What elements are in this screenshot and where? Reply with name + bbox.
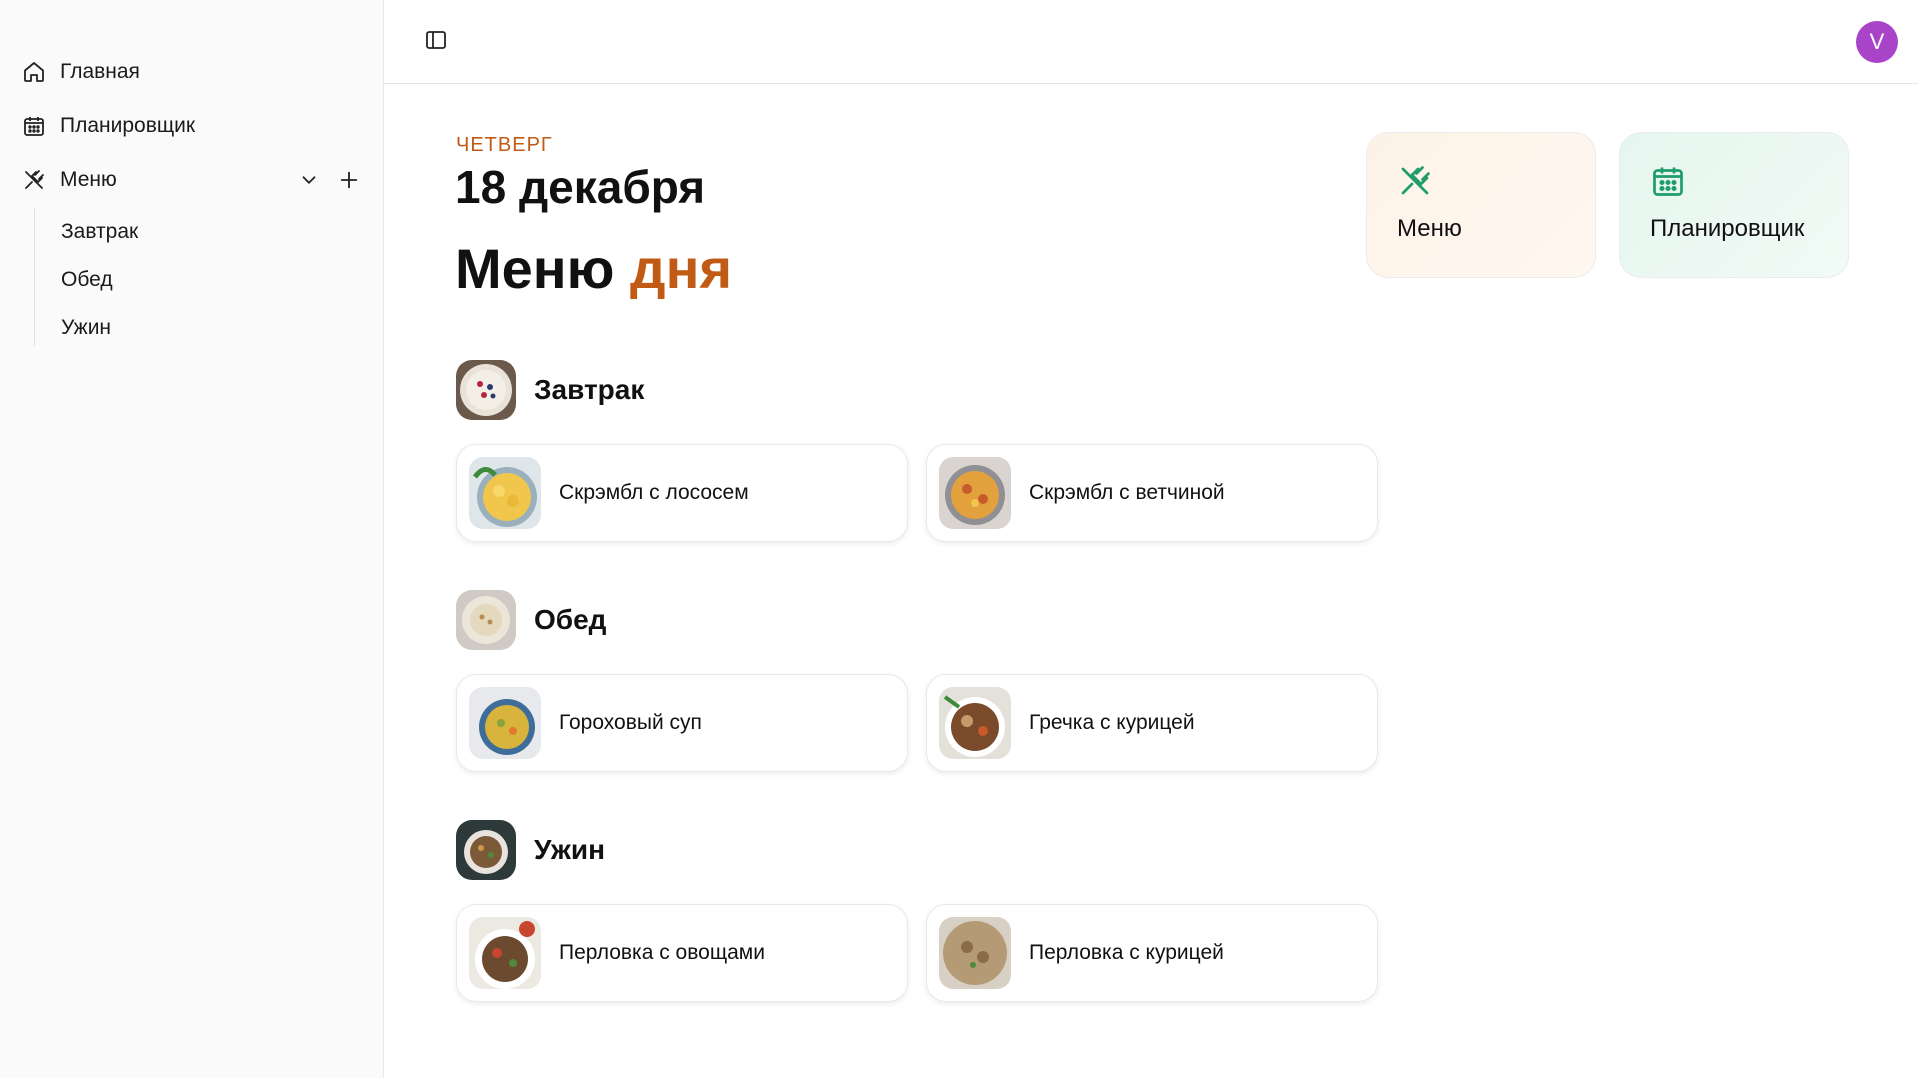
- sidebar-item-planner[interactable]: Планировщик: [22, 108, 195, 144]
- dish-card[interactable]: Скрэмбл с лососем: [456, 444, 908, 542]
- quick-link-menu[interactable]: Меню: [1366, 132, 1596, 278]
- dish-card[interactable]: Скрэмбл с ветчиной: [926, 444, 1378, 542]
- dish-card[interactable]: Гречка с курицей: [926, 674, 1378, 772]
- dish-card[interactable]: Перловка с курицей: [926, 904, 1378, 1002]
- sidebar: Главная Планировщик Меню Завтрак Обед Уж…: [0, 0, 384, 1078]
- dish-image: [939, 687, 1011, 759]
- dish-image: [939, 457, 1011, 529]
- dish-name: Перловка с овощами: [559, 941, 765, 964]
- meal-title: Обед: [534, 604, 607, 635]
- calendar-icon: [1650, 163, 1686, 199]
- submenu-item-breakfast[interactable]: Завтрак: [35, 208, 334, 256]
- menu-actions: [296, 167, 362, 193]
- dish-image: [469, 687, 541, 759]
- page-title-main: Меню: [455, 237, 615, 300]
- sidebar-item-label: Главная: [60, 60, 140, 83]
- dish-image: [469, 917, 541, 989]
- calendar-icon: [22, 114, 46, 138]
- meal-section-breakfast: Завтрак: [456, 359, 644, 421]
- sidebar-toggle-icon: [424, 28, 448, 57]
- meal-title: Ужин: [534, 834, 606, 865]
- meal-title: Завтрак: [534, 374, 645, 405]
- dish-name: Скрэмбл с ветчиной: [1029, 481, 1225, 504]
- dish-name: Перловка с курицей: [1029, 941, 1224, 964]
- top-header: V: [384, 0, 1918, 84]
- dish-card[interactable]: Гороховый суп: [456, 674, 908, 772]
- meal-section-dinner: Ужин: [456, 819, 605, 881]
- quick-link-label: Меню: [1397, 215, 1462, 242]
- sidebar-item-menu[interactable]: Меню: [22, 162, 362, 198]
- dish-image: [469, 457, 541, 529]
- page-title-accent: дня: [630, 237, 733, 300]
- date-heading: 18 декабря: [455, 161, 706, 213]
- sidebar-item-label: Меню: [60, 168, 117, 191]
- dish-image: [939, 917, 1011, 989]
- sidebar-item-home[interactable]: Главная: [22, 54, 140, 90]
- dish-card[interactable]: Перловка с овощами: [456, 904, 908, 1002]
- submenu-item-lunch[interactable]: Обед: [35, 256, 334, 304]
- dish-name: Гороховый суп: [559, 711, 702, 734]
- utensils-icon: [22, 168, 46, 192]
- weekday-label: ЧЕТВЕРГ: [456, 134, 553, 156]
- dish-name: Скрэмбл с лососем: [559, 481, 749, 504]
- lunch-thumbnail: [456, 590, 516, 650]
- breakfast-thumbnail: [456, 360, 516, 420]
- quick-link-planner[interactable]: Планировщик: [1619, 132, 1849, 278]
- submenu-item-dinner[interactable]: Ужин: [35, 304, 334, 352]
- utensils-icon: [1397, 163, 1433, 199]
- sidebar-item-label: Планировщик: [60, 114, 196, 137]
- quick-link-label: Планировщик: [1650, 215, 1805, 242]
- sidebar-toggle-button[interactable]: [422, 28, 450, 56]
- home-icon: [22, 60, 46, 84]
- dish-name: Гречка с курицей: [1029, 711, 1195, 734]
- add-icon[interactable]: [336, 167, 362, 193]
- avatar[interactable]: V: [1856, 21, 1898, 63]
- dinner-thumbnail: [456, 820, 516, 880]
- meal-section-lunch: Обед: [456, 589, 606, 651]
- page-title: Меню дня: [455, 236, 732, 301]
- chevron-down-icon[interactable]: [296, 167, 322, 193]
- menu-submenu: Завтрак Обед Ужин: [34, 208, 334, 346]
